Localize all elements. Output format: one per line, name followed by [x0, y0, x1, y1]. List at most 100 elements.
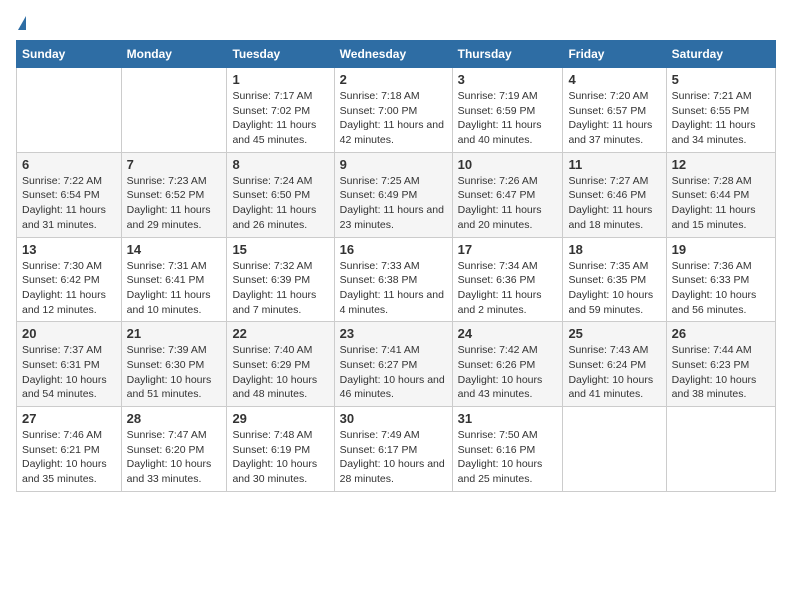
calendar-day-cell: 31 Sunrise: 7:50 AMSunset: 6:16 PMDayligh… [452, 407, 563, 492]
day-info: Sunrise: 7:36 AMSunset: 6:33 PMDaylight:… [672, 259, 770, 318]
day-number: 5 [672, 72, 770, 87]
day-of-week-header: Monday [121, 41, 227, 68]
day-number: 7 [127, 157, 222, 172]
day-number: 11 [568, 157, 660, 172]
day-number: 18 [568, 242, 660, 257]
day-number: 8 [232, 157, 328, 172]
day-number: 17 [458, 242, 558, 257]
day-info: Sunrise: 7:43 AMSunset: 6:24 PMDaylight:… [568, 343, 660, 402]
day-number: 9 [340, 157, 447, 172]
calendar-day-cell: 1 Sunrise: 7:17 AMSunset: 7:02 PMDaylight… [227, 68, 334, 153]
day-number: 3 [458, 72, 558, 87]
day-of-week-header: Sunday [17, 41, 122, 68]
day-info: Sunrise: 7:50 AMSunset: 6:16 PMDaylight:… [458, 428, 558, 487]
day-info: Sunrise: 7:35 AMSunset: 6:35 PMDaylight:… [568, 259, 660, 318]
calendar-day-cell [17, 68, 122, 153]
day-of-week-header: Thursday [452, 41, 563, 68]
day-number: 4 [568, 72, 660, 87]
calendar-day-cell: 29 Sunrise: 7:48 AMSunset: 6:19 PMDayligh… [227, 407, 334, 492]
calendar-table: SundayMondayTuesdayWednesdayThursdayFrid… [16, 40, 776, 492]
day-info: Sunrise: 7:24 AMSunset: 6:50 PMDaylight:… [232, 174, 328, 233]
day-info: Sunrise: 7:21 AMSunset: 6:55 PMDaylight:… [672, 89, 770, 148]
page-header [16, 16, 776, 32]
day-info: Sunrise: 7:47 AMSunset: 6:20 PMDaylight:… [127, 428, 222, 487]
day-info: Sunrise: 7:31 AMSunset: 6:41 PMDaylight:… [127, 259, 222, 318]
day-info: Sunrise: 7:46 AMSunset: 6:21 PMDaylight:… [22, 428, 116, 487]
day-of-week-header: Friday [563, 41, 666, 68]
day-number: 2 [340, 72, 447, 87]
day-number: 28 [127, 411, 222, 426]
calendar-day-cell: 27 Sunrise: 7:46 AMSunset: 6:21 PMDayligh… [17, 407, 122, 492]
day-info: Sunrise: 7:25 AMSunset: 6:49 PMDaylight:… [340, 174, 447, 233]
calendar-day-cell: 10Sunrise: 7:26 AMSunset: 6:47 PMDayligh… [452, 152, 563, 237]
calendar-day-cell: 26Sunrise: 7:44 AMSunset: 6:23 PMDayligh… [666, 322, 775, 407]
day-number: 10 [458, 157, 558, 172]
day-number: 29 [232, 411, 328, 426]
day-of-week-header: Tuesday [227, 41, 334, 68]
day-info: Sunrise: 7:32 AMSunset: 6:39 PMDaylight:… [232, 259, 328, 318]
day-info: Sunrise: 7:40 AMSunset: 6:29 PMDaylight:… [232, 343, 328, 402]
calendar-week-row: 1 Sunrise: 7:17 AMSunset: 7:02 PMDaylight… [17, 68, 776, 153]
calendar-day-cell: 4 Sunrise: 7:20 AMSunset: 6:57 PMDaylight… [563, 68, 666, 153]
calendar-day-cell: 9 Sunrise: 7:25 AMSunset: 6:49 PMDaylight… [334, 152, 452, 237]
day-of-week-header: Wednesday [334, 41, 452, 68]
calendar-header-row: SundayMondayTuesdayWednesdayThursdayFrid… [17, 41, 776, 68]
calendar-day-cell [121, 68, 227, 153]
day-of-week-header: Saturday [666, 41, 775, 68]
calendar-day-cell: 30Sunrise: 7:49 AMSunset: 6:17 PMDayligh… [334, 407, 452, 492]
day-number: 15 [232, 242, 328, 257]
calendar-day-cell: 16 Sunrise: 7:33 AMSunset: 6:38 PMDayligh… [334, 237, 452, 322]
day-info: Sunrise: 7:30 AMSunset: 6:42 PMDaylight:… [22, 259, 116, 318]
day-info: Sunrise: 7:27 AMSunset: 6:46 PMDaylight:… [568, 174, 660, 233]
day-number: 21 [127, 326, 222, 341]
day-info: Sunrise: 7:41 AMSunset: 6:27 PMDaylight:… [340, 343, 447, 402]
day-number: 20 [22, 326, 116, 341]
calendar-day-cell: 8 Sunrise: 7:24 AMSunset: 6:50 PMDaylight… [227, 152, 334, 237]
calendar-day-cell: 12 Sunrise: 7:28 AMSunset: 6:44 PMDayligh… [666, 152, 775, 237]
calendar-day-cell: 24 Sunrise: 7:42 AMSunset: 6:26 PMDayligh… [452, 322, 563, 407]
calendar-day-cell: 11 Sunrise: 7:27 AMSunset: 6:46 PMDayligh… [563, 152, 666, 237]
day-number: 24 [458, 326, 558, 341]
calendar-day-cell: 22 Sunrise: 7:40 AMSunset: 6:29 PMDayligh… [227, 322, 334, 407]
day-number: 31 [458, 411, 558, 426]
calendar-day-cell: 15 Sunrise: 7:32 AMSunset: 6:39 PMDayligh… [227, 237, 334, 322]
calendar-day-cell [563, 407, 666, 492]
calendar-day-cell: 23 Sunrise: 7:41 AMSunset: 6:27 PMDayligh… [334, 322, 452, 407]
day-info: Sunrise: 7:28 AMSunset: 6:44 PMDaylight:… [672, 174, 770, 233]
day-info: Sunrise: 7:42 AMSunset: 6:26 PMDaylight:… [458, 343, 558, 402]
day-number: 14 [127, 242, 222, 257]
calendar-day-cell: 21 Sunrise: 7:39 AMSunset: 6:30 PMDayligh… [121, 322, 227, 407]
calendar-day-cell: 20 Sunrise: 7:37 AMSunset: 6:31 PMDayligh… [17, 322, 122, 407]
calendar-day-cell: 28 Sunrise: 7:47 AMSunset: 6:20 PMDayligh… [121, 407, 227, 492]
day-number: 22 [232, 326, 328, 341]
day-number: 19 [672, 242, 770, 257]
day-number: 26 [672, 326, 770, 341]
calendar-day-cell: 3 Sunrise: 7:19 AMSunset: 6:59 PMDaylight… [452, 68, 563, 153]
day-info: Sunrise: 7:48 AMSunset: 6:19 PMDaylight:… [232, 428, 328, 487]
day-number: 27 [22, 411, 116, 426]
calendar-week-row: 27 Sunrise: 7:46 AMSunset: 6:21 PMDayligh… [17, 407, 776, 492]
day-info: Sunrise: 7:34 AMSunset: 6:36 PMDaylight:… [458, 259, 558, 318]
calendar-week-row: 20 Sunrise: 7:37 AMSunset: 6:31 PMDayligh… [17, 322, 776, 407]
calendar-day-cell: 5 Sunrise: 7:21 AMSunset: 6:55 PMDaylight… [666, 68, 775, 153]
day-info: Sunrise: 7:33 AMSunset: 6:38 PMDaylight:… [340, 259, 447, 318]
calendar-day-cell: 13 Sunrise: 7:30 AMSunset: 6:42 PMDayligh… [17, 237, 122, 322]
calendar-day-cell: 18 Sunrise: 7:35 AMSunset: 6:35 PMDayligh… [563, 237, 666, 322]
day-info: Sunrise: 7:19 AMSunset: 6:59 PMDaylight:… [458, 89, 558, 148]
day-info: Sunrise: 7:39 AMSunset: 6:30 PMDaylight:… [127, 343, 222, 402]
day-info: Sunrise: 7:17 AMSunset: 7:02 PMDaylight:… [232, 89, 328, 148]
day-number: 1 [232, 72, 328, 87]
calendar-day-cell: 6Sunrise: 7:22 AMSunset: 6:54 PMDaylight… [17, 152, 122, 237]
day-number: 16 [340, 242, 447, 257]
day-info: Sunrise: 7:23 AMSunset: 6:52 PMDaylight:… [127, 174, 222, 233]
day-number: 13 [22, 242, 116, 257]
day-info: Sunrise: 7:20 AMSunset: 6:57 PMDaylight:… [568, 89, 660, 148]
logo [16, 16, 26, 32]
calendar-day-cell: 19 Sunrise: 7:36 AMSunset: 6:33 PMDayligh… [666, 237, 775, 322]
day-number: 25 [568, 326, 660, 341]
day-number: 30 [340, 411, 447, 426]
day-info: Sunrise: 7:37 AMSunset: 6:31 PMDaylight:… [22, 343, 116, 402]
day-number: 23 [340, 326, 447, 341]
day-number: 12 [672, 157, 770, 172]
day-info: Sunrise: 7:18 AMSunset: 7:00 PMDaylight:… [340, 89, 447, 148]
